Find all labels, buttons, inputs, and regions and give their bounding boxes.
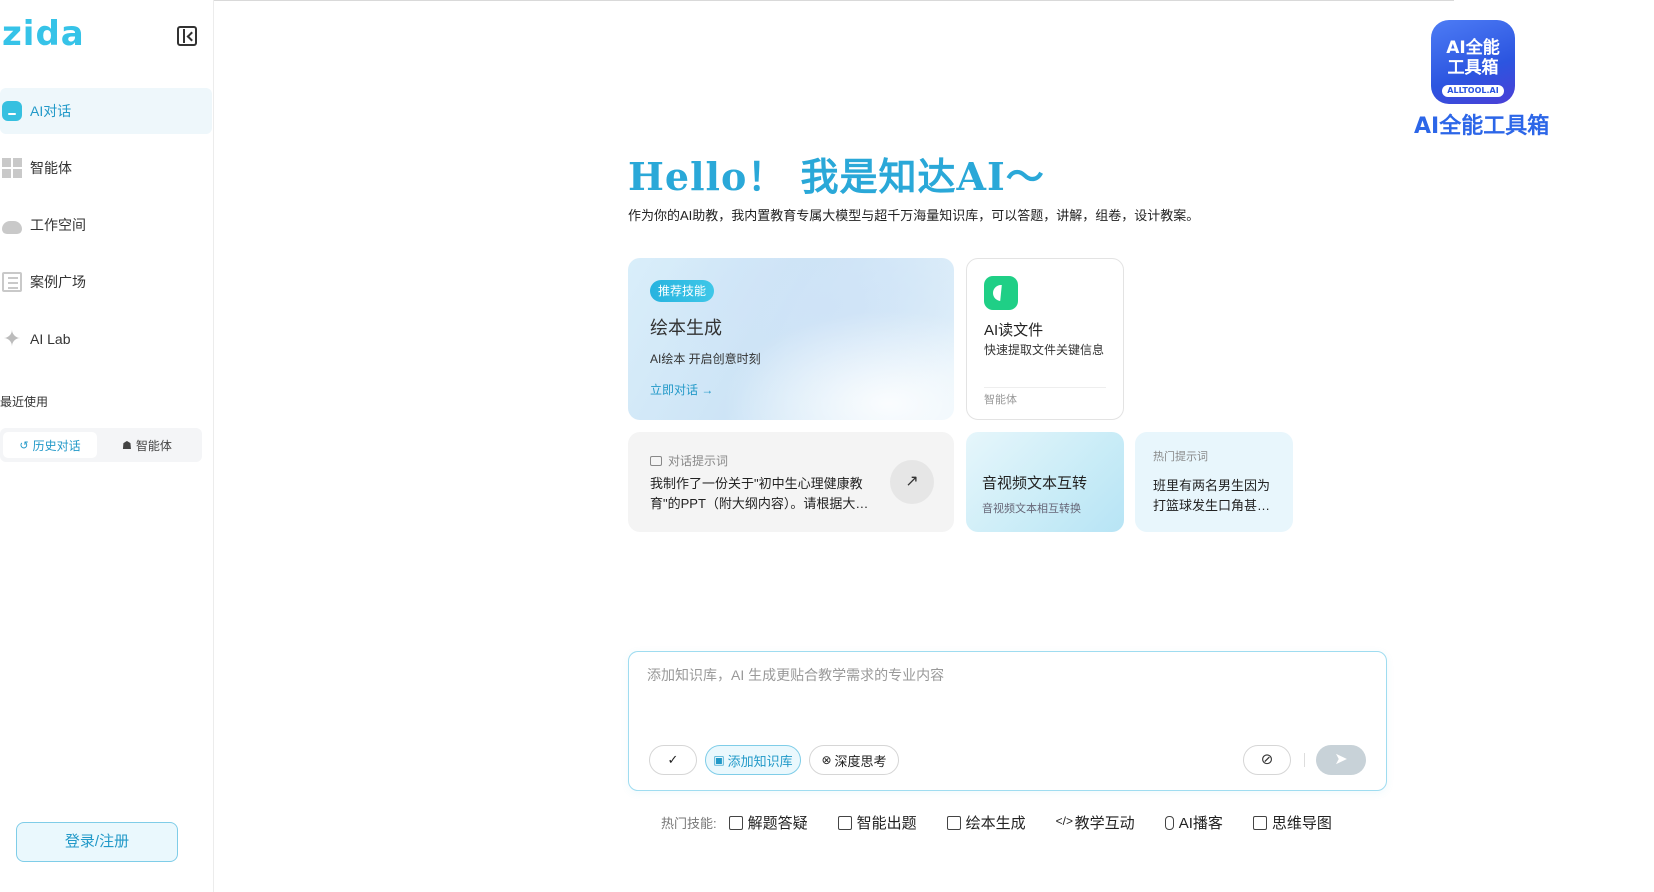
sidebar-item-label: 智能体: [30, 160, 72, 176]
brand-tag: ALLTOOL.AI: [1442, 85, 1504, 97]
brand-name: AI全能工具箱: [1414, 114, 1550, 139]
login-button[interactable]: 登录/注册: [16, 822, 178, 862]
button-label: 深度思考: [834, 753, 887, 769]
sidebar-item-agents[interactable]: 智能体: [0, 145, 212, 191]
feature-desc: AI绘本 开启创意时刻: [650, 352, 761, 366]
sidebar-item-label: 工作空间: [30, 217, 86, 233]
av-desc: 音视频文本相互转换: [982, 503, 1081, 515]
cloud-icon: [2, 221, 22, 234]
skill-label: 思维导图: [1271, 815, 1332, 832]
skill-label: 绘本生成: [965, 815, 1026, 832]
skill-podcast[interactable]: AI播客: [1164, 812, 1223, 833]
send-icon[interactable]: ➤: [1316, 745, 1366, 775]
deep-think-button[interactable]: ⊗ 深度思考: [809, 745, 899, 775]
message-icon: [650, 455, 662, 466]
book-icon: ▣: [713, 753, 725, 767]
hot-skills-label: 热门技能:: [661, 816, 717, 831]
agent-desc: 快速提取文件关键信息: [984, 343, 1105, 357]
tab-label: 历史对话: [32, 438, 81, 453]
sidebar-item-label: AI Lab: [30, 331, 71, 347]
recent-tabs: ↺ 历史对话 ☗ 智能体: [0, 428, 202, 462]
hot-prompt-label: 热门提示词: [1153, 451, 1208, 463]
paperclip-icon[interactable]: ⊘: [1243, 745, 1291, 775]
skill-label: 教学互动: [1074, 815, 1135, 832]
start-chat-link[interactable]: 立即对话 →: [650, 381, 713, 398]
solve-icon: [728, 815, 743, 830]
feature-card[interactable]: 推荐技能 绘本生成 AI绘本 开启创意时刻 立即对话 →: [628, 258, 954, 420]
arrow-up-right-icon[interactable]: ↗: [890, 460, 934, 504]
prompt-label-text: 对话提示词: [668, 454, 729, 468]
recommend-badge: 推荐技能: [650, 280, 715, 302]
tab-label: 智能体: [135, 438, 172, 453]
recent-section-title: 最近使用: [0, 395, 49, 409]
sidebar: zida AI对话 智能体 工作空间 案例广场 ✦ AI Lab 最近使用 ↺ …: [0, 0, 214, 892]
quiz-icon: [837, 815, 852, 830]
skill-solve[interactable]: 解题答疑: [728, 812, 808, 833]
mindmap-icon: [1252, 815, 1267, 830]
sidebar-item-ai-chat[interactable]: AI对话: [0, 88, 212, 134]
code-icon: </>: [1055, 813, 1074, 828]
tab-agents[interactable]: ☗ 智能体: [97, 432, 197, 458]
prompt-card[interactable]: 对话提示词 我制作了一份关于"初中生心理健康教育"的PPT（附大纲内容）。请根据…: [628, 432, 954, 532]
feature-title: 绘本生成: [650, 318, 722, 339]
hot-prompt-text: 班里有两名男生因为打篮球发生口角甚至动手，应该如何处理？: [1153, 478, 1271, 513]
sidebar-item-label: 案例广场: [30, 274, 86, 290]
sidebar-item-case-square[interactable]: 案例广场: [0, 259, 212, 305]
hot-skills-bar: 热门技能: 解题答疑 智能出题 绘本生成 </> 教学互动 AI播客 思维导图: [661, 812, 1362, 833]
divider: [984, 387, 1106, 388]
sidebar-nav: AI对话 智能体 工作空间 案例广场 ✦ AI Lab: [0, 88, 212, 373]
av-convert-card[interactable]: 音视频文本互转 音视频文本相互转换: [966, 432, 1124, 532]
skill-picture-book[interactable]: 绘本生成: [946, 812, 1026, 833]
skill-label: AI播客: [1178, 815, 1223, 832]
skill-quiz[interactable]: 智能出题: [837, 812, 917, 833]
agent-title: AI读文件: [984, 322, 1044, 339]
agent-card[interactable]: AI读文件 快速提取文件关键信息 智能体: [966, 258, 1124, 420]
skill-teaching-interaction[interactable]: </> 教学互动: [1056, 812, 1135, 833]
list-icon: [2, 272, 22, 292]
prompt-label: 对话提示词: [650, 452, 728, 469]
image-icon: [946, 815, 961, 830]
hot-prompt-card[interactable]: 热门提示词 班里有两名男生因为打篮球发生口角甚至动手，应该如何处理？: [1135, 432, 1293, 532]
add-knowledge-base-button[interactable]: ▣ 添加知识库: [705, 745, 801, 775]
sparkle-icon: ✦: [2, 326, 22, 351]
av-title: 音视频文本互转: [982, 475, 1088, 492]
read-file-icon: [984, 276, 1018, 310]
sidebar-collapse-icon[interactable]: [177, 26, 197, 46]
skill-mindmap[interactable]: 思维导图: [1252, 812, 1332, 833]
sidebar-item-label: AI对话: [30, 103, 72, 119]
skill-label: 智能出题: [856, 815, 917, 832]
alltool-logo: AI全能 工具箱 ALLTOOL.AI: [1431, 20, 1515, 104]
chat-icon: [2, 101, 22, 121]
check-toggle-button[interactable]: ✓: [649, 745, 697, 775]
top-border: [214, 0, 1454, 4]
brand-line1: AI全能: [1446, 38, 1500, 58]
brand-line2: 工具箱: [1447, 58, 1499, 78]
skill-label: 解题答疑: [747, 815, 808, 832]
alltool-brand[interactable]: AI全能 工具箱 ALLTOOL.AI AI全能工具箱: [1414, 20, 1550, 140]
divider: [1304, 753, 1305, 767]
sidebar-item-ai-lab[interactable]: ✦ AI Lab: [0, 316, 212, 362]
app-logo[interactable]: zida: [2, 14, 85, 54]
grid-icon: [2, 158, 22, 178]
sidebar-item-workspace[interactable]: 工作空间: [0, 202, 212, 248]
chat-input-box: ✓ ▣ 添加知识库 ⊗ 深度思考 ⊘ ➤: [628, 651, 1387, 791]
mic-icon: [1164, 815, 1174, 830]
chat-input[interactable]: [647, 662, 1367, 688]
hello-title: Hello！ 我是知达AI～: [628, 154, 1045, 199]
button-label: 添加知识库: [727, 753, 793, 769]
intro-subtitle: 作为你的AI助教，我内置教育专属大模型与超千万海量知识库，可以答题，讲解，组卷，…: [628, 208, 1200, 223]
agent-icon: ☗: [122, 439, 132, 452]
history-icon: ↺: [19, 439, 29, 452]
prompt-text: 我制作了一份关于"初中生心理健康教育"的PPT（附大纲内容）。请根据大纲内容生成…: [650, 476, 869, 511]
tab-history[interactable]: ↺ 历史对话: [3, 432, 97, 458]
agent-tag: 智能体: [984, 394, 1017, 406]
atom-icon: ⊗: [821, 753, 832, 767]
